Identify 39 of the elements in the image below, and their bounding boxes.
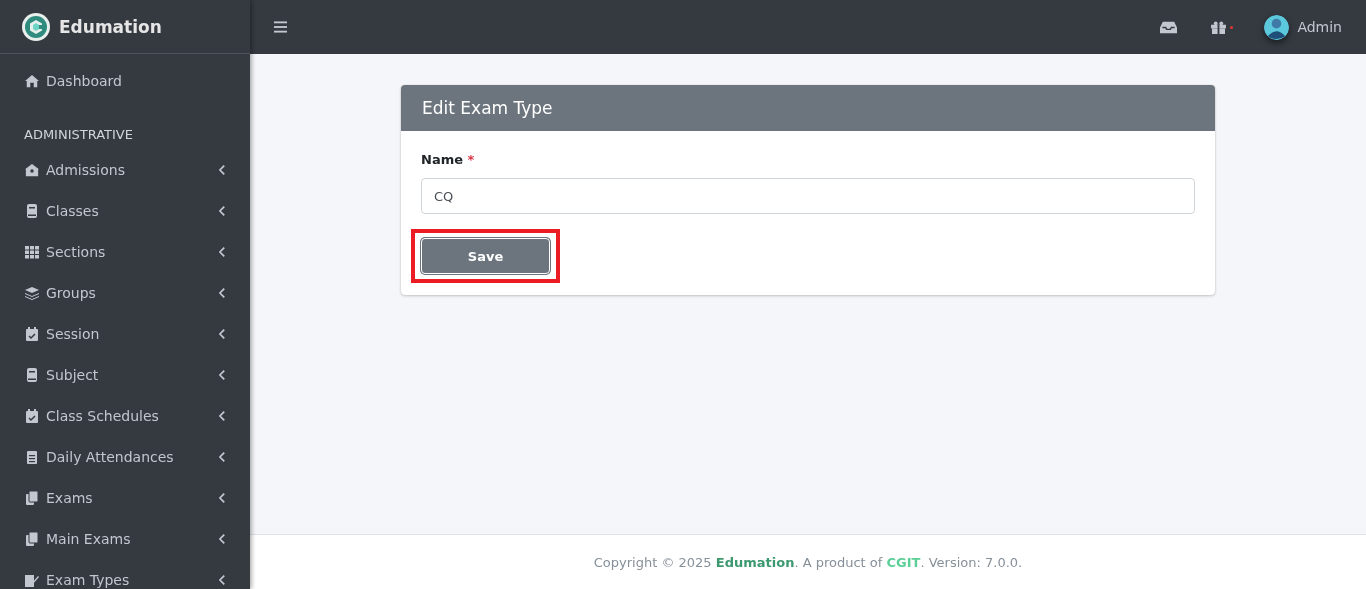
sidebar-item[interactable]: Main Exams xyxy=(0,518,250,559)
copy-icon xyxy=(25,531,39,546)
name-input-field[interactable]: CQ xyxy=(421,178,1195,214)
section-heading: ADMINISTRATIVE xyxy=(23,126,134,144)
sidebar-item[interactable]: Exam Types xyxy=(0,559,250,589)
grid-icon xyxy=(25,244,39,259)
sidebar-item[interactable]: Groups xyxy=(0,272,250,313)
sidebar-item[interactable]: Classes xyxy=(0,190,250,231)
required-mark: * xyxy=(467,152,475,167)
card-title: Edit Exam Type xyxy=(422,98,553,118)
house-icon xyxy=(25,74,39,88)
sidebar-item[interactable]: Exams xyxy=(0,477,250,518)
save-button[interactable]: Save xyxy=(421,238,550,274)
calendar-icon xyxy=(25,408,39,423)
clipboard-icon xyxy=(25,449,39,464)
calendar-icon xyxy=(25,326,39,341)
sidebar-item[interactable]: Session xyxy=(0,313,250,354)
footer-text: Copyright © 2025 Edumation. A product of CGIT. Version: 7.0.0. xyxy=(593,554,1023,570)
house-icon xyxy=(25,162,39,177)
user-name[interactable]: Admin xyxy=(1297,19,1342,35)
edit-icon xyxy=(25,572,39,587)
sidebar-item[interactable]: Sections xyxy=(0,231,250,272)
sidebar-item[interactable]: Class Schedules xyxy=(0,395,250,436)
sidebar-item[interactable]: Admissions xyxy=(0,149,250,190)
avatar-icon[interactable] xyxy=(1264,14,1290,40)
menu-icon[interactable] xyxy=(274,21,287,33)
field-label: Name xyxy=(421,152,463,167)
book-icon xyxy=(25,203,39,218)
brand-name[interactable]: Edumation xyxy=(59,16,162,37)
sidebar-item[interactable]: Dashboard xyxy=(0,67,250,95)
sidebar-item[interactable]: Daily Attendances xyxy=(0,436,250,477)
book-icon xyxy=(25,367,39,382)
sidebar-item[interactable]: Subject xyxy=(0,354,250,395)
gift-icon[interactable] xyxy=(1210,20,1228,34)
logo-icon xyxy=(21,11,51,42)
brand-link[interactable]: Edumation xyxy=(715,554,795,570)
layers-icon xyxy=(25,285,39,300)
copy-icon xyxy=(25,490,39,505)
inbox-icon[interactable] xyxy=(1160,20,1178,34)
